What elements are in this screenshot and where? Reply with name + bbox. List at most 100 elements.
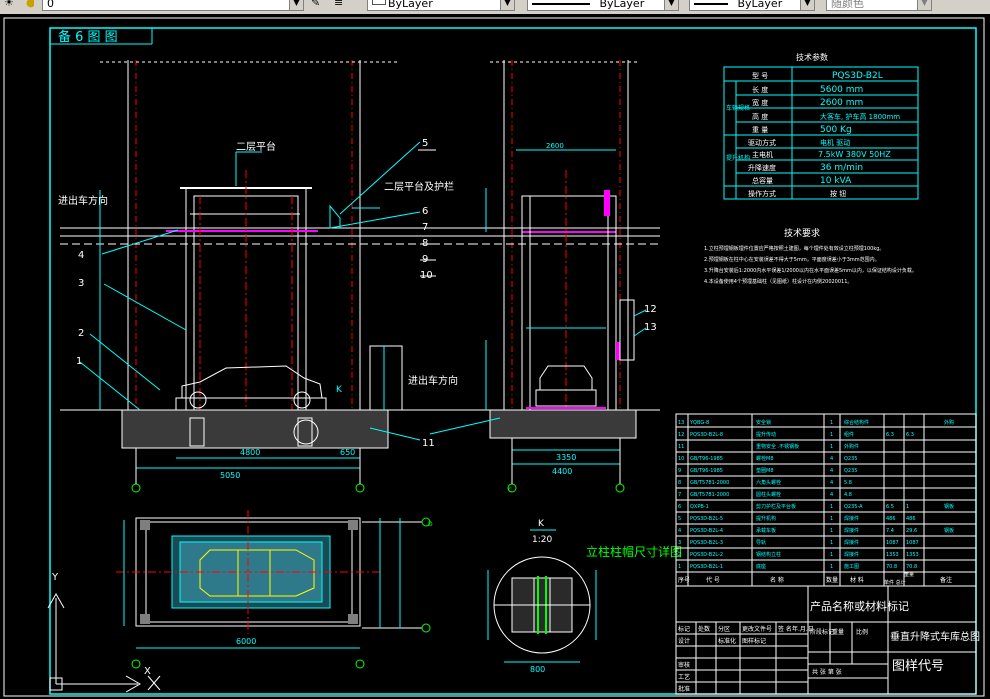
- chevron-down-icon[interactable]: ▼: [289, 0, 303, 10]
- dim-top: 2600: [546, 142, 564, 150]
- params-row-value: 36 m/min: [820, 163, 863, 173]
- chevron-down-icon[interactable]: ▼: [917, 0, 931, 10]
- params-row-label: 主电机: [752, 150, 773, 159]
- bom-cell-code: GB/T5781-2000: [690, 480, 729, 486]
- title-cell: 图样标记: [742, 637, 766, 645]
- bom-cell-w1: 6.3: [886, 432, 894, 438]
- title-cell: 共 张 第 张: [812, 668, 842, 676]
- callout-12: 12: [644, 304, 657, 315]
- dim-detail-width: 800: [530, 665, 545, 674]
- tech-req-item: 3.升降台安装后1:2000内水平误差1/2000以内在水平面误差5mm以内，以…: [704, 267, 917, 274]
- bom-header-cell: 名 称: [770, 576, 784, 584]
- layer-dropdown[interactable]: 0 ▼: [42, 0, 304, 11]
- callout-1: 1: [76, 356, 82, 367]
- bom-cell-no: 6: [678, 504, 681, 510]
- bom-cell-no: 11: [678, 444, 684, 450]
- bom-cell-mat: 焊接件: [844, 515, 859, 522]
- bom-cell-code: PQS3D-B2L-3: [690, 540, 723, 546]
- color-dropdown-value: ByLayer: [388, 0, 433, 10]
- bom-cell-note: 外购: [944, 419, 954, 426]
- dim-front-total: 5050: [220, 471, 240, 480]
- dim-front-inner: 4800: [240, 448, 260, 457]
- lineweight-preview: [694, 3, 728, 5]
- linetype-preview: [532, 3, 590, 5]
- layer-dropdown-value: 0: [47, 0, 54, 10]
- params-row-label: 驱动方式: [748, 138, 776, 147]
- params-model-value: PQS3D-B2L: [832, 71, 883, 81]
- bom-cell-qty: 1: [830, 504, 833, 510]
- bom-cell-qty: 1: [830, 552, 833, 558]
- callout-6: 6: [422, 206, 428, 217]
- linetype-dropdown[interactable]: ByLayer ▼: [527, 0, 679, 11]
- params-row-label: 宽 度: [752, 98, 768, 107]
- bom-header-cell: 数量: [826, 576, 838, 584]
- bom-cell-w1: 70.8: [886, 564, 897, 570]
- bom-cell-no: 10: [678, 456, 684, 462]
- chevron-down-icon[interactable]: ▼: [800, 0, 814, 10]
- label-second-platform-guard: 二层平台及护栏: [384, 180, 454, 193]
- bom-cell-code: GB/T5781-2000: [690, 492, 729, 498]
- params-row-value: 大客车, 护车高 1800mm: [820, 112, 900, 121]
- callout-13: 13: [644, 322, 657, 333]
- chevron-down-icon[interactable]: ▼: [664, 0, 678, 10]
- bom-weight-header: 重量: [904, 571, 914, 578]
- bom-cell-name: 重物安全 .不锈钢板: [756, 443, 799, 450]
- bom-cell-name: 提升机构: [756, 515, 776, 522]
- bom-cell-w1: 7.4: [886, 528, 894, 534]
- bom-cell-no: 8: [678, 480, 681, 486]
- title-cell: 处数: [698, 625, 710, 633]
- bom-header-cell: 代 号: [706, 576, 720, 584]
- properties-toolbar: ☀ ● 0 ▼ ✎ ≡ ByLayer ▼ ByLayer ▼ ByLayer …: [0, 0, 990, 15]
- bom-cell-name: 六角头螺栓: [756, 479, 781, 486]
- bom-cell-no: 12: [678, 432, 684, 438]
- make-current-layer-icon[interactable]: ✎: [307, 0, 327, 11]
- params-row-value: 2600 mm: [820, 98, 863, 108]
- params-group-lift: 提升机构: [726, 154, 750, 162]
- bom-cell-mat: Q235-A: [844, 504, 863, 510]
- bom-cell-name: 螺栓M8: [756, 455, 774, 462]
- bom-cell-code: PQS3D-B2L-1: [690, 564, 723, 570]
- title-cell: 比例: [856, 628, 868, 636]
- title-drawing-code: 图样代号: [892, 659, 944, 674]
- plotstyle-dropdown-value: 随颜色: [831, 0, 864, 10]
- chevron-down-icon[interactable]: ▼: [500, 0, 514, 10]
- dim-plan-total: 6000: [236, 637, 256, 646]
- bom-cell-mat: 4.8: [844, 492, 852, 498]
- bom-cell-name: 提升传动: [756, 431, 776, 438]
- bom-cell-w1: 6.5: [886, 504, 894, 510]
- bom-cell-no: 13: [678, 420, 684, 426]
- drawing-canvas[interactable]: 备 6 图 图 二层平台 二层平台及护栏 进出车方向 进出车方向 K 5050 …: [0, 14, 990, 699]
- layer-state-icon[interactable]: ☀: [0, 0, 20, 11]
- bom-cell-mat: Q235: [844, 456, 857, 462]
- lock-icon[interactable]: ●: [22, 0, 34, 11]
- bom-cell-no: 3: [678, 540, 681, 546]
- title-cell: 标记: [678, 625, 690, 633]
- bom-cell-code: YQBG-8: [689, 420, 709, 426]
- bom-header-cell: 材 料: [850, 576, 864, 584]
- bom-cell-mat: Q235: [844, 468, 857, 474]
- title-cell: 标准化: [718, 637, 736, 645]
- bom-cell-qty: 1: [830, 528, 833, 534]
- bom-cell-w2: 70.8: [906, 564, 917, 570]
- bom-cell-qty: 1: [830, 540, 833, 546]
- params-row-label: 升降速度: [748, 163, 776, 172]
- color-dropdown[interactable]: ByLayer ▼: [367, 0, 515, 11]
- bom-header-cell: 序号: [678, 576, 690, 584]
- bom-cell-no: 7: [678, 492, 681, 498]
- params-row-value: 按 钮: [830, 189, 846, 198]
- bom-cell-w2: 1353: [906, 552, 919, 558]
- bom-cell-mat: 焊接件: [844, 527, 859, 534]
- bom-cell-mat: 外购件: [844, 443, 859, 450]
- layer-previous-icon[interactable]: ≡: [330, 0, 352, 11]
- title-cell: 批准: [678, 685, 690, 693]
- label-second-platform: 二层平台: [236, 140, 276, 153]
- lineweight-dropdown[interactable]: ByLayer ▼: [689, 0, 815, 11]
- params-row-label: 长 度: [752, 85, 768, 94]
- plotstyle-dropdown[interactable]: 随颜色 ▼: [826, 0, 932, 11]
- title-cell: 重量: [832, 628, 844, 636]
- bom-cell-qty: 4: [830, 468, 833, 474]
- lineweight-dropdown-value: ByLayer: [737, 0, 783, 10]
- bom-cell-w2: 29.6: [906, 528, 917, 534]
- callout-3: 3: [78, 278, 84, 289]
- params-row-label: 操作方式: [748, 189, 776, 198]
